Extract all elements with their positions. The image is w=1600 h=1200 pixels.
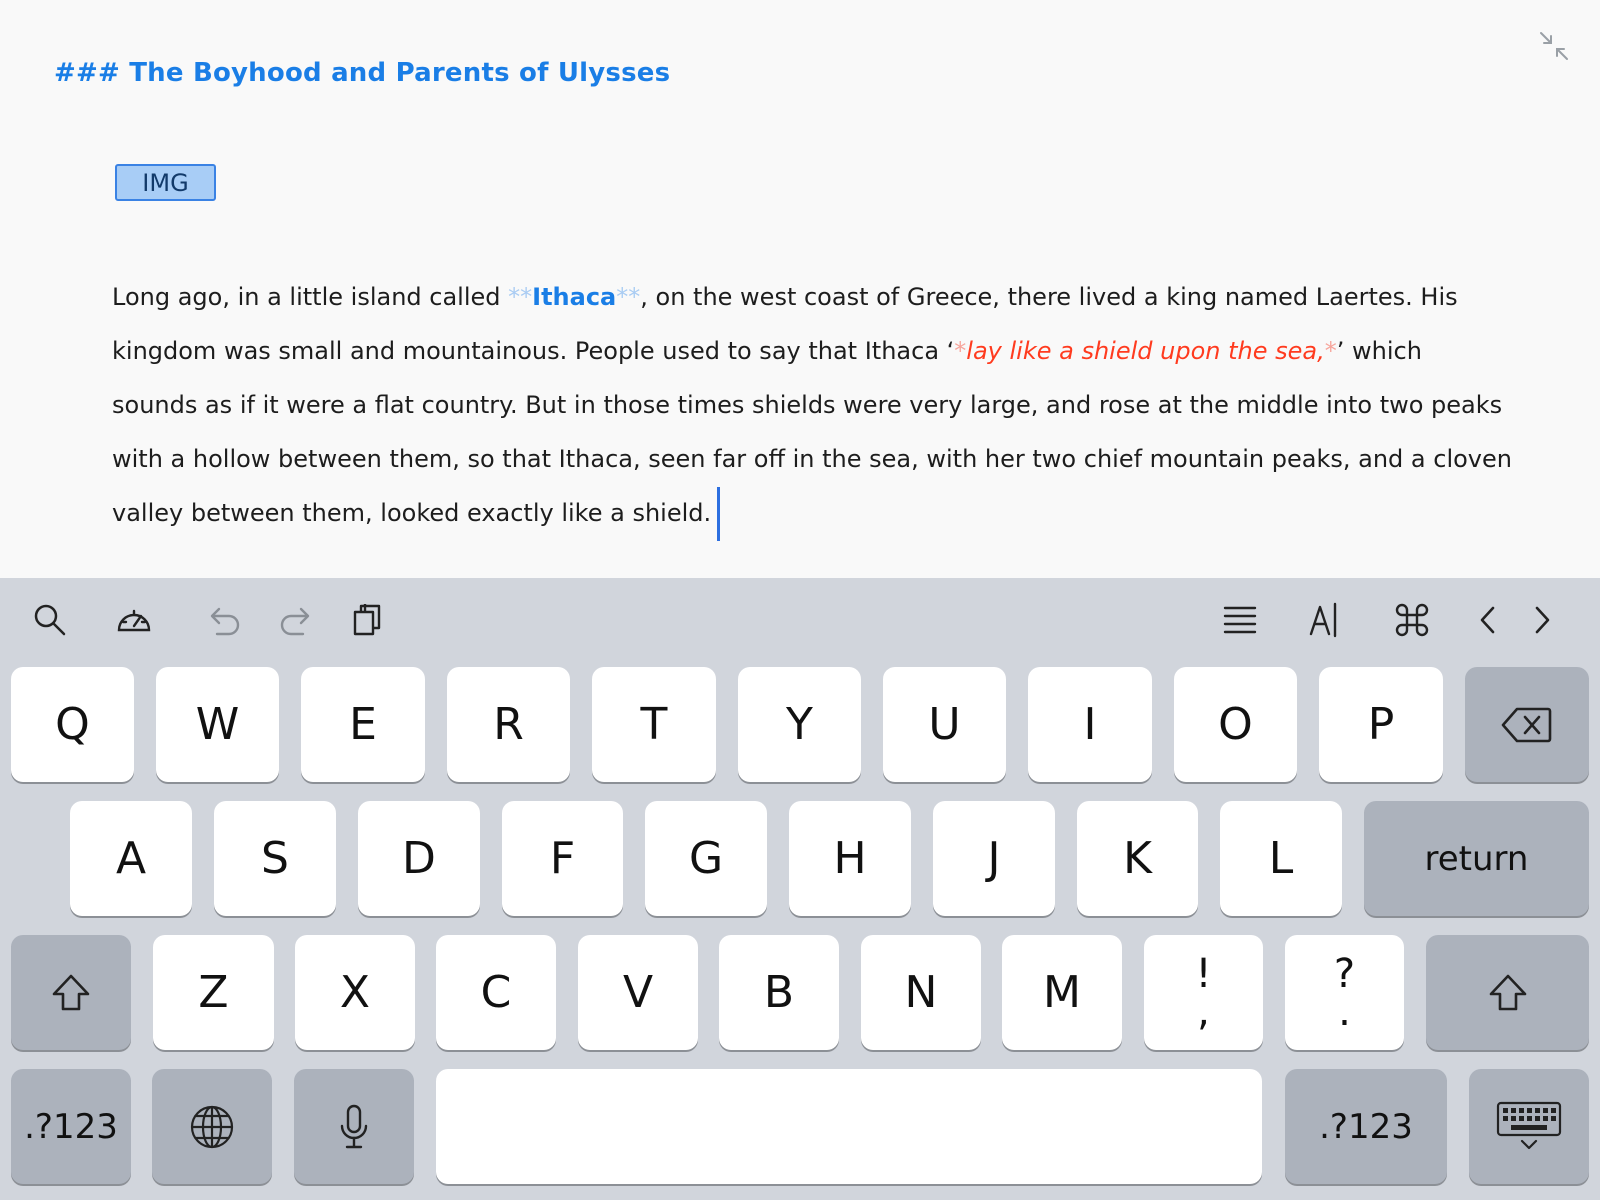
key-e[interactable]: E — [301, 667, 425, 782]
text-cursor-icon[interactable] — [1305, 600, 1345, 640]
bold-text: Ithaca — [532, 283, 617, 311]
redo-icon[interactable] — [276, 600, 316, 640]
undo-icon[interactable] — [204, 600, 244, 640]
collapse-icon[interactable] — [1538, 30, 1570, 62]
microphone-icon — [340, 1104, 368, 1148]
italic-marker: * — [954, 337, 967, 365]
key-i[interactable]: I — [1028, 667, 1152, 782]
return-key[interactable]: return — [1364, 801, 1589, 916]
chevron-right-icon[interactable] — [1522, 600, 1562, 640]
key-g[interactable]: G — [645, 801, 767, 916]
numbers-key-right[interactable]: .?123 — [1285, 1069, 1447, 1184]
keyboard: Q W E R T Y U I O P A S D F G H J K L re… — [0, 578, 1600, 1200]
dismiss-keyboard-key[interactable] — [1469, 1069, 1589, 1184]
key-r[interactable]: R — [447, 667, 570, 782]
key-v[interactable]: V — [578, 935, 698, 1050]
globe-icon — [190, 1105, 234, 1148]
key-o[interactable]: O — [1174, 667, 1297, 782]
keyboard-dismiss-icon — [1496, 1101, 1562, 1149]
key-exclamation-comma[interactable]: ! , — [1144, 935, 1263, 1050]
paragraph-text[interactable]: Long ago, in a little island called **It… — [112, 270, 1512, 541]
text-caret — [717, 487, 721, 541]
key-question-label: ? — [1333, 950, 1356, 997]
key-y[interactable]: Y — [738, 667, 861, 782]
space-bar[interactable] — [436, 1069, 1262, 1184]
delete-key[interactable] — [1465, 667, 1589, 782]
italic-text: lay like a shield upon the sea, — [966, 337, 1325, 365]
key-comma-label: , — [1197, 988, 1210, 1035]
key-t[interactable]: T — [592, 667, 716, 782]
key-p[interactable]: P — [1319, 667, 1443, 782]
bold-marker: ** — [508, 283, 533, 311]
key-a[interactable]: A — [70, 801, 192, 916]
key-period-label: . — [1338, 988, 1351, 1035]
shift-key-right[interactable] — [1426, 935, 1589, 1050]
paragraph-run: ’ which sounds as if it were a flat coun… — [112, 337, 1512, 527]
key-j[interactable]: J — [933, 801, 1055, 916]
key-x[interactable]: X — [295, 935, 415, 1050]
bold-marker: ** — [616, 283, 641, 311]
microphone-key[interactable] — [294, 1069, 414, 1184]
command-icon[interactable] — [1392, 600, 1432, 640]
list-lines-icon[interactable] — [1220, 600, 1260, 640]
key-h[interactable]: H — [789, 801, 911, 916]
editor-area[interactable]: ### The Boyhood and Parents of Ulysses I… — [0, 0, 1600, 578]
backspace-icon — [1501, 707, 1552, 742]
key-f[interactable]: F — [502, 801, 623, 916]
key-z[interactable]: Z — [153, 935, 274, 1050]
key-m[interactable]: M — [1002, 935, 1122, 1050]
speedometer-icon[interactable] — [114, 600, 154, 640]
key-b[interactable]: B — [719, 935, 839, 1050]
clipboard-icon[interactable] — [348, 600, 388, 640]
shift-key-left[interactable] — [11, 935, 131, 1050]
key-question-period[interactable]: ? . — [1285, 935, 1404, 1050]
chevron-left-icon[interactable] — [1468, 600, 1508, 640]
image-placeholder-tag[interactable]: IMG — [115, 164, 216, 201]
keyboard-toolbar — [0, 578, 1600, 668]
numbers-key-left[interactable]: .?123 — [11, 1069, 131, 1184]
key-exclamation-label: ! — [1195, 950, 1212, 997]
key-k[interactable]: K — [1077, 801, 1198, 916]
paragraph-run: Long ago, in a little island called — [112, 283, 509, 311]
key-c[interactable]: C — [436, 935, 556, 1050]
key-s[interactable]: S — [214, 801, 336, 916]
shift-icon — [1489, 974, 1526, 1010]
shift-icon — [52, 974, 90, 1010]
key-d[interactable]: D — [358, 801, 480, 916]
key-w[interactable]: W — [156, 667, 279, 782]
key-n[interactable]: N — [861, 935, 981, 1050]
key-l[interactable]: L — [1220, 801, 1342, 916]
key-u[interactable]: U — [883, 667, 1006, 782]
key-q[interactable]: Q — [11, 667, 134, 782]
search-icon[interactable] — [30, 600, 70, 640]
italic-marker: * — [1324, 337, 1337, 365]
globe-key[interactable] — [152, 1069, 272, 1184]
markdown-heading: ### The Boyhood and Parents of Ulysses — [54, 58, 671, 88]
